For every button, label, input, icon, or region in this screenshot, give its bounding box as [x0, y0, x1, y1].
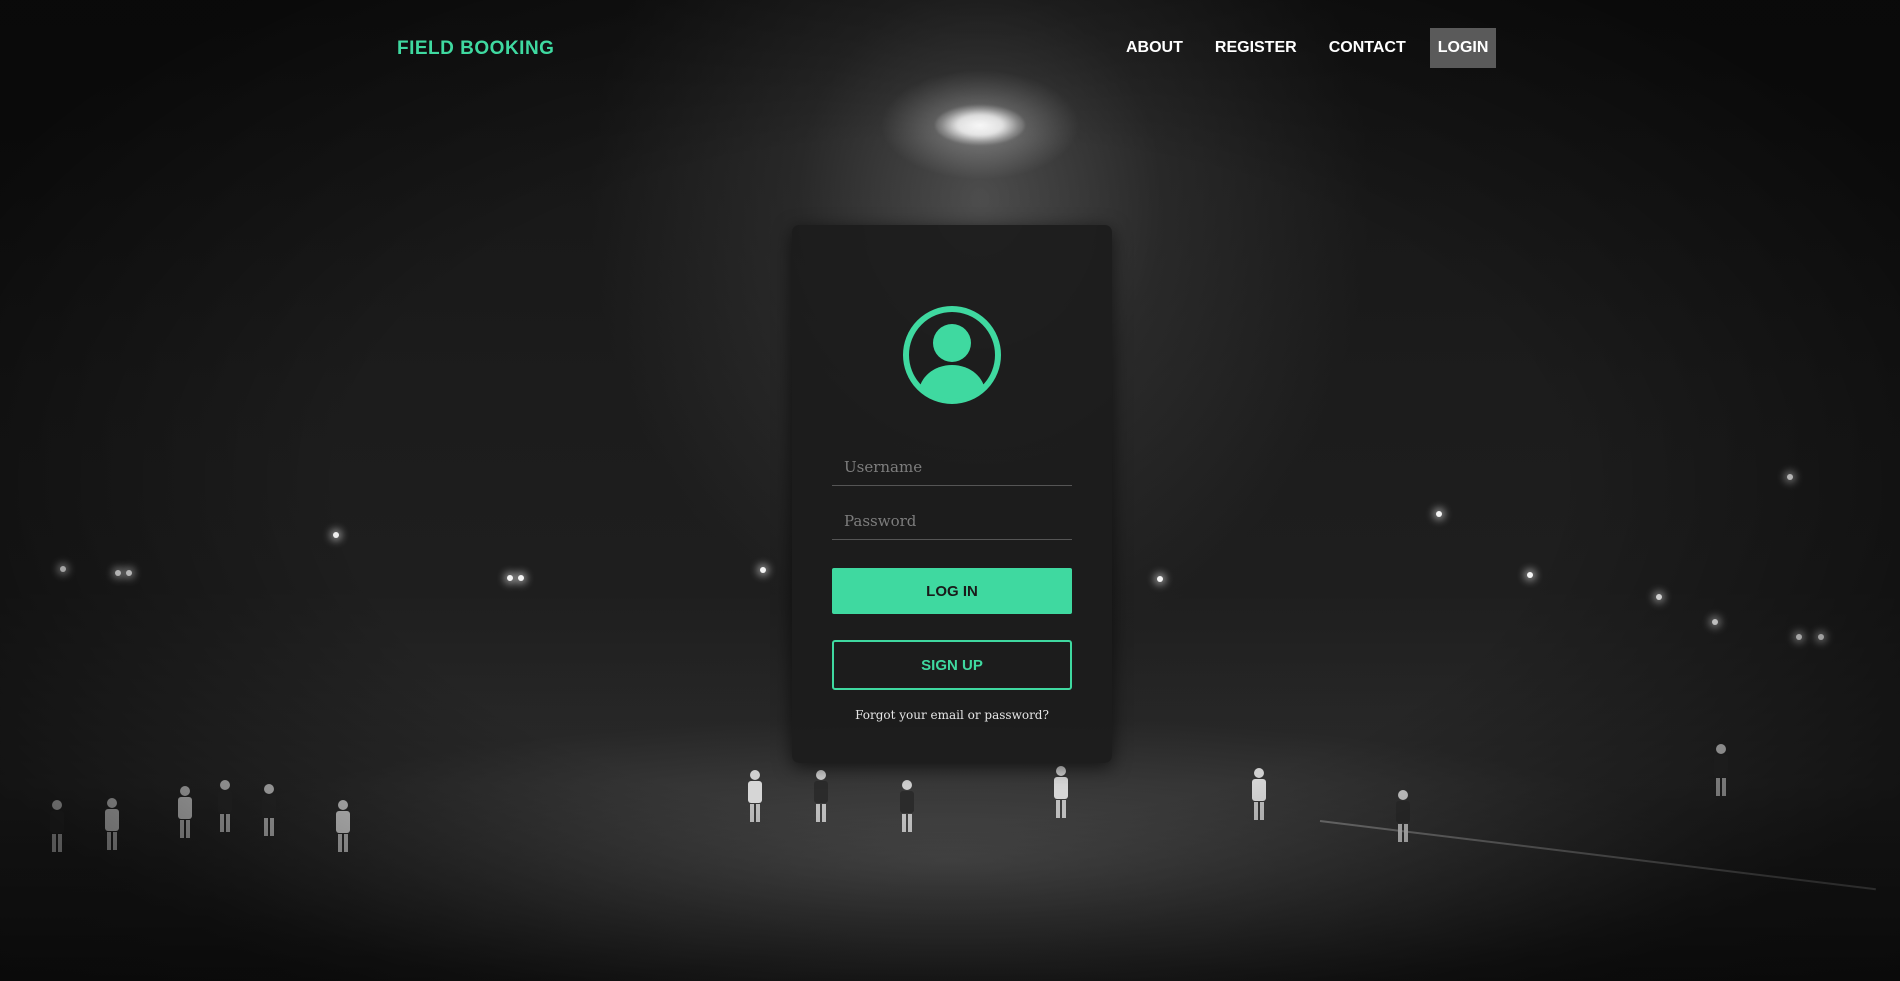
- login-card: LOG IN SIGN UP Forgot your email or pass…: [792, 225, 1112, 763]
- signup-button[interactable]: SIGN UP: [832, 640, 1072, 690]
- forgot-password-link[interactable]: Forgot your email or password?: [792, 708, 1112, 722]
- navbar: FIELD BOOKING ABOUT REGISTER CONTACT LOG…: [0, 28, 1900, 68]
- nav-link-register[interactable]: REGISTER: [1207, 28, 1305, 68]
- username-input[interactable]: [832, 448, 1072, 486]
- login-page: FIELD BOOKING ABOUT REGISTER CONTACT LOG…: [0, 0, 1900, 981]
- nav-links: ABOUT REGISTER CONTACT LOGIN: [1118, 28, 1497, 68]
- login-button[interactable]: LOG IN: [832, 568, 1072, 614]
- nav-link-login[interactable]: LOGIN: [1429, 28, 1497, 68]
- nav-link-about[interactable]: ABOUT: [1118, 28, 1191, 68]
- brand-logo[interactable]: FIELD BOOKING: [397, 38, 554, 60]
- user-circle-icon: [903, 306, 1001, 404]
- nav-link-contact[interactable]: CONTACT: [1321, 28, 1414, 68]
- password-input[interactable]: [832, 502, 1072, 540]
